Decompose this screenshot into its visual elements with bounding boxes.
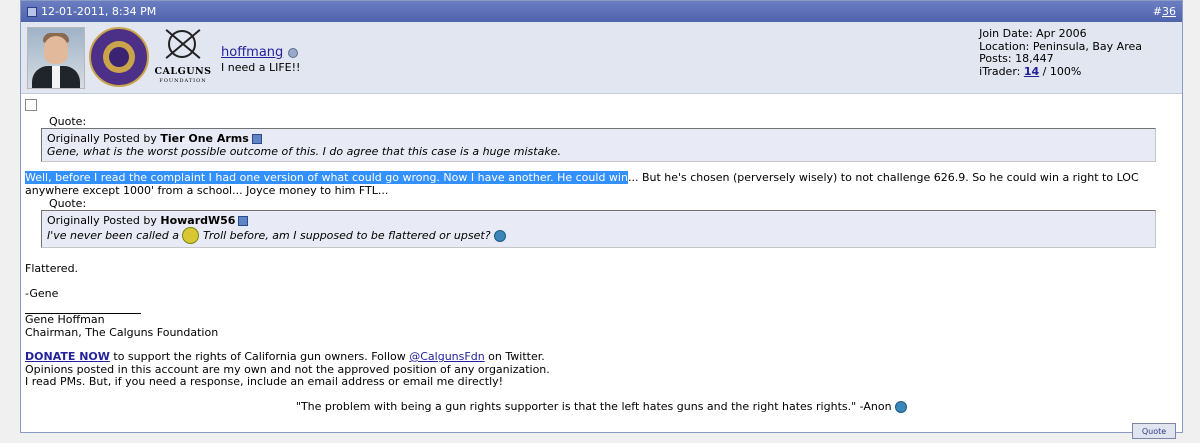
user-title: I need a LIFE!!: [221, 61, 301, 74]
itrader-link[interactable]: 14: [1024, 65, 1039, 78]
message-text: Well, before I read the complaint I had …: [25, 171, 1139, 197]
post-date: 12-01-2011, 8:34 PM: [41, 5, 157, 18]
donate-link[interactable]: DONATE NOW: [25, 350, 110, 363]
twitter-link[interactable]: @CalgunsFdn: [409, 350, 484, 363]
calguns-logo: CALGUNS FOUNDATION: [153, 27, 213, 87]
smiley-icon: [895, 400, 908, 413]
view-post-icon[interactable]: [251, 134, 262, 144]
post-icon: [25, 99, 37, 111]
quote-author: Tier One Arms: [160, 132, 249, 145]
user-info-bar: CALGUNS FOUNDATION hoffmang I need a LIF…: [21, 22, 1182, 94]
quote-block: Originally Posted by HowardW56 I've neve…: [41, 210, 1156, 248]
quote-button[interactable]: Quote: [1132, 423, 1176, 439]
quote-author: HowardW56: [160, 214, 236, 227]
selected-text: Well, before I read the complaint I had …: [25, 171, 628, 184]
view-post-icon[interactable]: [238, 216, 249, 226]
user-stats: Join Date: Apr 2006 Location: Peninsula,…: [979, 27, 1142, 78]
signature-quote: "The problem with being a gun rights sup…: [295, 399, 896, 413]
avatar: [27, 27, 85, 89]
username-link[interactable]: hoffmang: [221, 45, 283, 60]
post-status-icon: [27, 6, 37, 17]
quote-block: Originally Posted by Tier One Arms Gene,…: [41, 128, 1156, 162]
post-number-link[interactable]: 36: [1162, 5, 1176, 18]
seal-icon: [89, 27, 149, 87]
forum-post: 12-01-2011, 8:34 PM #36 CALGUNS FOUNDATI…: [20, 0, 1183, 439]
troll-smiley-icon: [182, 227, 200, 244]
online-status-icon: [288, 48, 299, 58]
post-header: 12-01-2011, 8:34 PM #36: [21, 1, 1182, 22]
smiley-icon: [494, 229, 507, 242]
post-body: Quote: Originally Posted by Tier One Arm…: [21, 99, 1182, 443]
